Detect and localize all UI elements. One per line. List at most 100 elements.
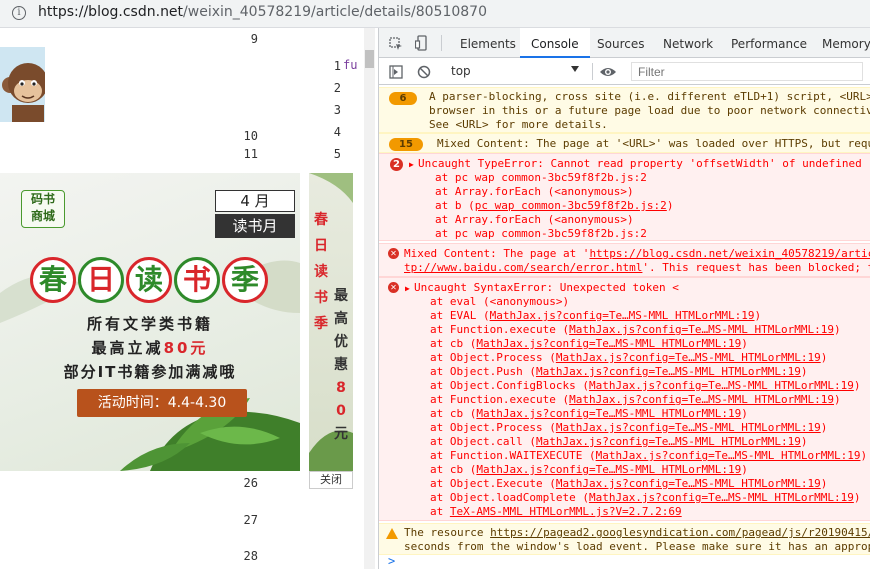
live-expression-eye-icon[interactable] xyxy=(599,64,617,78)
site-info-icon[interactable]: i xyxy=(12,6,26,20)
editor-scrollbar[interactable] xyxy=(364,28,375,569)
stack-frame-prefix: at Function.execute ( xyxy=(430,323,570,336)
stack-frame-link[interactable]: MathJax.js?config=Te…MS-MML HTMLorMML:19 xyxy=(569,323,834,336)
stack-frame[interactable]: at Function.WAITEXECUTE (MathJax.js?conf… xyxy=(430,449,867,463)
stack-frame-link[interactable]: MathJax.js?config=Te…MS-MML HTMLorMML:19 xyxy=(589,379,854,392)
stack-frame[interactable]: at Object.loadComplete (MathJax.js?confi… xyxy=(430,491,860,505)
monkey-avatar[interactable] xyxy=(0,47,45,122)
expand-triangle-icon[interactable]: ▶ xyxy=(409,158,414,172)
stack-frame-link[interactable]: MathJax.js?config=Te…MS-MML HTMLorMML:19 xyxy=(490,309,755,322)
console-toolbar: top xyxy=(379,58,870,85)
code-line-number: 5 xyxy=(333,147,341,161)
console-text: Mixed Content: The page at ' xyxy=(404,247,590,260)
logo-line1: 码书 xyxy=(30,192,55,206)
stack-frame[interactable]: at cb (MathJax.js?config=Te…MS-MML HTMLo… xyxy=(430,337,748,351)
stack-frame[interactable]: at Function.execute (MathJax.js?config=T… xyxy=(430,323,841,337)
stack-frame[interactable]: at EVAL (MathJax.js?config=Te…MS-MML HTM… xyxy=(430,309,761,323)
stack-frame-link[interactable]: MathJax.js?config=Te…MS-MML HTMLorMML:19 xyxy=(596,449,861,462)
code-line-number: 2 xyxy=(333,81,341,95)
stack-frame-link[interactable]: MathJax.js?config=Te…MS-MML HTMLorMML:19 xyxy=(536,365,801,378)
shop-logo: 码书 商城 xyxy=(21,190,65,228)
stack-frame[interactable]: at Object.Execute (MathJax.js?config=Te…… xyxy=(430,477,827,491)
console-warning[interactable]: 15 Mixed Content: The page at '<URL>' wa… xyxy=(379,133,870,153)
stack-frame[interactable]: at b (pc wap common-3bc59f8f2b.js:2) xyxy=(435,199,673,213)
stack-frame[interactable]: at Object.Push (MathJax.js?config=Te…MS-… xyxy=(430,365,808,379)
tab-memory[interactable]: Memory xyxy=(812,28,870,58)
tab-console[interactable]: Console xyxy=(520,28,590,58)
sidebar-toggle-icon[interactable] xyxy=(389,64,403,79)
code-line-number: 1 xyxy=(333,59,341,73)
title-char: 书 xyxy=(174,257,220,303)
stack-frame[interactable]: at cb (MathJax.js?config=Te…MS-MML HTMLo… xyxy=(430,463,748,477)
side-char: 季 xyxy=(314,316,328,332)
stack-frame-tail: ) xyxy=(754,309,762,322)
console-line: browser in this or a future page load du… xyxy=(429,104,870,117)
devtools-panel: Elements Console Sources Network Perform… xyxy=(378,28,870,569)
toolbar-separator xyxy=(592,63,593,80)
book-month-banner[interactable]: 码书 商城 4 月 读书月 春 日 读 书 季 所有文学类书籍 最高立减80元 … xyxy=(0,173,300,471)
repeat-count-badge: 6 xyxy=(389,92,417,105)
tab-sources[interactable]: Sources xyxy=(587,28,654,58)
device-toolbar-icon[interactable] xyxy=(414,35,429,51)
stack-frame-tail: ) xyxy=(800,435,808,448)
console-link[interactable]: https://blog.csdn.net/weixin_40578219/ar… xyxy=(589,247,870,260)
stack-frame-link[interactable]: MathJax.js?config=Te…MS-MML HTMLorMML:19 xyxy=(556,477,821,490)
stack-frame: at Array.forEach (<anonymous>) xyxy=(435,185,634,198)
stack-frame-link[interactable]: MathJax.js?config=Te…MS-MML HTMLorMML:19 xyxy=(476,463,741,476)
context-selector[interactable]: top xyxy=(445,62,585,81)
address-bar[interactable]: i https://blog.csdn.net/weixin_40578219/… xyxy=(0,0,870,28)
console-link[interactable]: https://pagead2.googlesyndication.com/pa… xyxy=(490,526,870,539)
tab-elements[interactable]: Elements xyxy=(450,28,526,58)
stack-frame-link[interactable]: MathJax.js?config=Te…MS-MML HTMLorMML:19 xyxy=(556,421,821,434)
url-text[interactable]: https://blog.csdn.net/weixin_40578219/ar… xyxy=(38,4,487,20)
stack-frame[interactable]: at cb (MathJax.js?config=Te…MS-MML HTMLo… xyxy=(430,407,748,421)
tab-performance[interactable]: Performance xyxy=(721,28,817,58)
scrollbar-thumb[interactable] xyxy=(365,50,374,68)
stack-frame[interactable]: at Object.call (MathJax.js?config=Te…MS-… xyxy=(430,435,808,449)
stack-frame: at Array.forEach (<anonymous>) xyxy=(435,213,634,226)
console-error[interactable]: 2 ▶ Uncaught TypeError: Cannot read prop… xyxy=(379,153,870,241)
event-time-ribbon: 活动时间：4.4-4.30 xyxy=(77,389,247,417)
console-error[interactable]: ✕ ▶ Uncaught SyntaxError: Unexpected tok… xyxy=(379,277,870,521)
stack-frame[interactable]: at Object.ConfigBlocks (MathJax.js?confi… xyxy=(430,379,860,393)
clear-console-icon[interactable] xyxy=(417,64,431,79)
stack-frame-link[interactable]: MathJax.js?config=Te…MS-MML HTMLorMML:19 xyxy=(536,435,801,448)
console-prompt[interactable]: > xyxy=(379,554,870,569)
console-error[interactable]: ✕ Mixed Content: The page at 'https://bl… xyxy=(379,243,870,277)
stack-frame[interactable]: at Object.Process (MathJax.js?config=Te…… xyxy=(430,421,827,435)
stack-frame[interactable]: at Function.execute (MathJax.js?config=T… xyxy=(430,393,841,407)
stack-frame[interactable]: at Object.Process (MathJax.js?config=Te…… xyxy=(430,351,827,365)
stack-frame-link[interactable]: MathJax.js?config=Te…MS-MML HTMLorMML:19 xyxy=(556,351,821,364)
side-promo-banner[interactable]: 春 日 读 书 季 最 高 优 惠 8 0 元 xyxy=(309,173,353,471)
stack-frame-link[interactable]: MathJax.js?config=Te…MS-MML HTMLorMML:19 xyxy=(569,393,834,406)
tab-network[interactable]: Network xyxy=(653,28,723,58)
stack-frame: at eval (<anonymous>) xyxy=(430,295,569,309)
stack-frame-link[interactable]: MathJax.js?config=Te…MS-MML HTMLorMML:19 xyxy=(476,407,741,420)
error-icon: ✕ xyxy=(388,282,399,293)
url-path: /weixin_40578219/article/details/8051087… xyxy=(183,4,487,20)
stack-frame-prefix: at Object.call ( xyxy=(430,435,536,448)
inspect-element-icon[interactable] xyxy=(389,36,403,50)
console-line: See <URL> for more details. xyxy=(429,118,608,131)
stack-frame[interactable]: at pc wap common-3bc59f8f2b.js:2 xyxy=(435,171,647,185)
stack-frame-prefix: at Object.Push ( xyxy=(430,365,536,378)
title-char: 日 xyxy=(78,257,124,303)
stack-frame-link[interactable]: MathJax.js?config=Te…MS-MML HTMLorMML:19 xyxy=(589,491,854,504)
expand-triangle-icon[interactable]: ▶ xyxy=(405,282,410,296)
console-filter-input[interactable] xyxy=(631,62,863,81)
stack-frame-link[interactable]: MathJax.js?config=Te…MS-MML HTMLorMML:19 xyxy=(476,337,741,350)
side-char: 书 xyxy=(314,290,328,306)
stack-frame[interactable]: at TeX-AMS-MML HTMLorMML.js?V=2.7.2:69 xyxy=(430,505,682,519)
console-warning[interactable]: 6 A parser-blocking, cross site (i.e. di… xyxy=(379,87,870,133)
stack-frame-prefix: at cb ( xyxy=(430,407,477,420)
close-ad-button[interactable]: 关闭 xyxy=(309,471,353,489)
console-messages[interactable]: 6 A parser-blocking, cross site (i.e. di… xyxy=(379,85,870,569)
stack-frame[interactable]: at pc wap common-3bc59f8f2b.js:2 xyxy=(435,227,647,240)
console-link[interactable]: tp://www.baidu.com/search/error.html xyxy=(404,261,642,274)
console-warning[interactable]: The resource https://pagead2.googlesyndi… xyxy=(379,523,870,555)
url-host: https://blog.csdn.net xyxy=(38,4,184,20)
stack-frame-tail: ) xyxy=(741,407,748,420)
stack-frame-link[interactable]: TeX-AMS-MML HTMLorMML.js?V=2.7.2:69 xyxy=(450,505,682,518)
stack-frame-link[interactable]: pc wap common-3bc59f8f2b.js:2 xyxy=(475,199,667,212)
title-char: 春 xyxy=(30,257,76,303)
